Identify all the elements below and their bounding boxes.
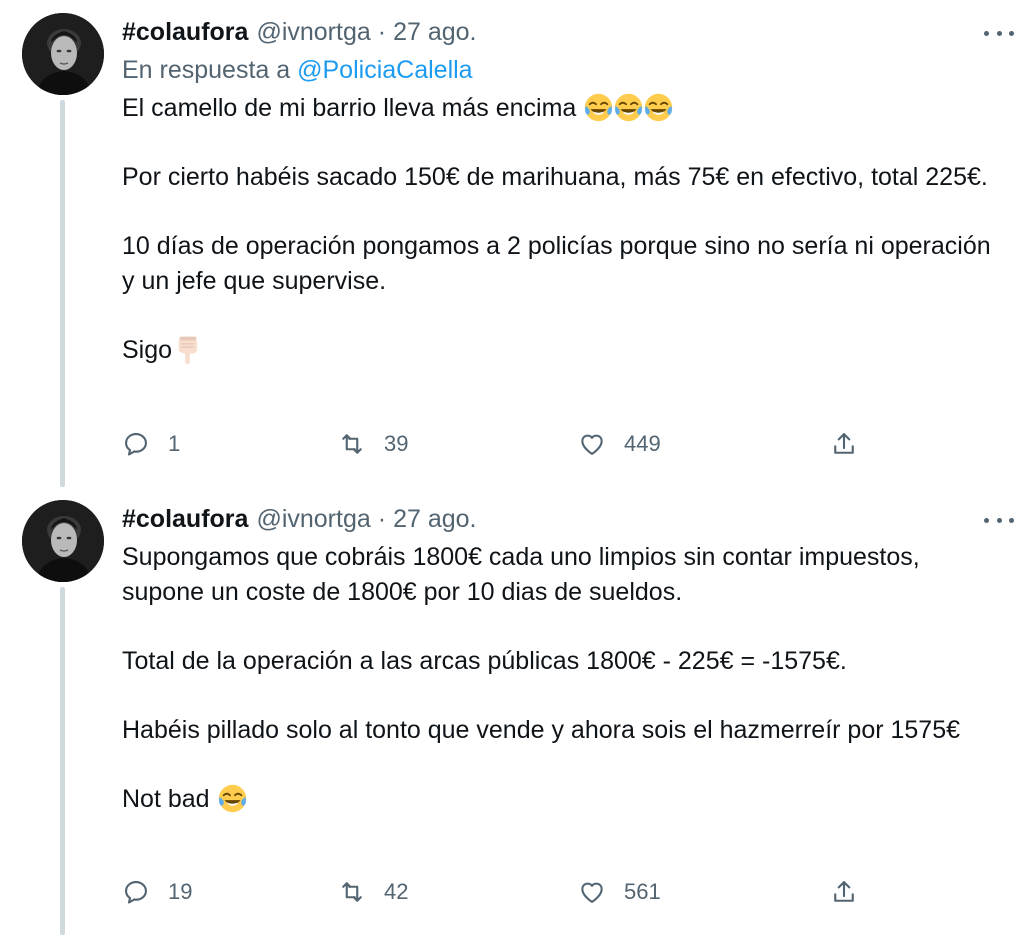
reply-icon bbox=[125, 881, 147, 904]
reply-button[interactable]: 1 bbox=[122, 424, 180, 464]
share-icon bbox=[834, 881, 854, 902]
author-handle[interactable]: @ivnortga bbox=[256, 14, 370, 50]
tweet-thread: #colaufora @ivnortga · 27 ago. En respue… bbox=[0, 0, 1024, 935]
tweet-paragraph: Por cierto habéis sacado 150€ de marihua… bbox=[122, 163, 988, 191]
author-handle[interactable]: @ivnortga bbox=[256, 501, 370, 537]
reply-count: 1 bbox=[168, 431, 181, 456]
joy-emoji-icon bbox=[614, 93, 643, 122]
avatar-photo bbox=[22, 13, 104, 95]
retweet-button[interactable]: 42 bbox=[338, 872, 408, 912]
joy-emoji-icon bbox=[584, 93, 613, 122]
retweet-icon bbox=[342, 434, 362, 454]
author-name[interactable]: #colaufora bbox=[122, 14, 248, 50]
retweet-count: 42 bbox=[384, 879, 409, 904]
tweet-paragraph: Sigo bbox=[122, 333, 992, 368]
share-icon bbox=[834, 433, 854, 454]
header-separator: · bbox=[377, 18, 387, 46]
avatar[interactable] bbox=[22, 13, 104, 95]
tweet[interactable]: #colaufora @ivnortga · 27 ago. En respue… bbox=[0, 0, 1024, 487]
like-button[interactable]: 561 bbox=[578, 872, 661, 912]
reply-mention-link[interactable]: @PoliciaCalella bbox=[297, 56, 472, 84]
author-name[interactable]: #colaufora bbox=[122, 501, 248, 537]
tweet-paragraph: Supongamos que cobráis 1800€ cada uno li… bbox=[122, 543, 920, 606]
joy-emoji-icon bbox=[644, 93, 673, 122]
tweet-content: #colaufora @ivnortga · 27 ago. Supongamo… bbox=[122, 501, 1014, 816]
more-horizontal-icon[interactable] bbox=[984, 22, 1014, 44]
retweet-icon bbox=[342, 882, 362, 902]
tweet-content: #colaufora @ivnortga · 27 ago. En respue… bbox=[122, 14, 1014, 367]
tweet-actions: 19 42 561 bbox=[122, 872, 862, 912]
tweet-paragraph: El camello de mi barrio lleva más encima bbox=[122, 91, 992, 126]
tweet-paragraph: 10 días de operación pongamos a 2 policí… bbox=[122, 232, 991, 295]
tweet-header: #colaufora @ivnortga · 27 ago. bbox=[122, 14, 992, 50]
tweet-text: El camello de mi barrio lleva más encima… bbox=[122, 91, 992, 367]
tweet-paragraph: Not bad bbox=[122, 782, 992, 817]
tweet-actions: 1 39 449 bbox=[122, 424, 862, 464]
tweet-paragraph: Total de la operación a las arcas públic… bbox=[122, 646, 847, 675]
joy-emoji-icon bbox=[218, 784, 247, 813]
tweet-text: Supongamos que cobráis 1800€ cada uno li… bbox=[122, 540, 992, 816]
like-count: 449 bbox=[624, 431, 661, 456]
thread-connector bbox=[60, 100, 65, 487]
paragraph-text: Not bad bbox=[122, 784, 210, 813]
reply-button[interactable]: 19 bbox=[122, 872, 192, 912]
tweet-paragraph: Habéis pillado solo al tonto que vende y… bbox=[122, 715, 961, 744]
paragraph-text: Sigo bbox=[122, 335, 173, 364]
tweet-date[interactable]: 27 ago. bbox=[393, 501, 476, 537]
more-horizontal-icon[interactable] bbox=[984, 509, 1014, 531]
retweet-count: 39 bbox=[384, 431, 409, 456]
heart-icon bbox=[581, 882, 603, 903]
share-button[interactable] bbox=[830, 872, 858, 912]
avatar[interactable] bbox=[22, 500, 104, 582]
tweet[interactable]: #colaufora @ivnortga · 27 ago. Supongamo… bbox=[0, 487, 1024, 935]
reply-count: 19 bbox=[168, 879, 193, 904]
thread-connector bbox=[60, 587, 65, 935]
tweet-header: #colaufora @ivnortga · 27 ago. bbox=[122, 501, 992, 537]
like-count: 561 bbox=[624, 879, 661, 904]
paragraph-text: El camello de mi barrio lleva más encima bbox=[122, 94, 577, 122]
reply-icon bbox=[125, 433, 147, 456]
reply-prefix: En respuesta a bbox=[122, 56, 291, 84]
avatar-photo bbox=[22, 500, 104, 582]
header-separator: · bbox=[377, 505, 387, 533]
tweet-date[interactable]: 27 ago. bbox=[393, 14, 476, 50]
heart-icon bbox=[581, 434, 603, 455]
point-down-emoji-icon bbox=[173, 335, 202, 364]
retweet-button[interactable]: 39 bbox=[338, 424, 408, 464]
reply-context: En respuesta a @PoliciaCalella bbox=[122, 52, 992, 88]
like-button[interactable]: 449 bbox=[578, 424, 661, 464]
share-button[interactable] bbox=[830, 424, 858, 464]
